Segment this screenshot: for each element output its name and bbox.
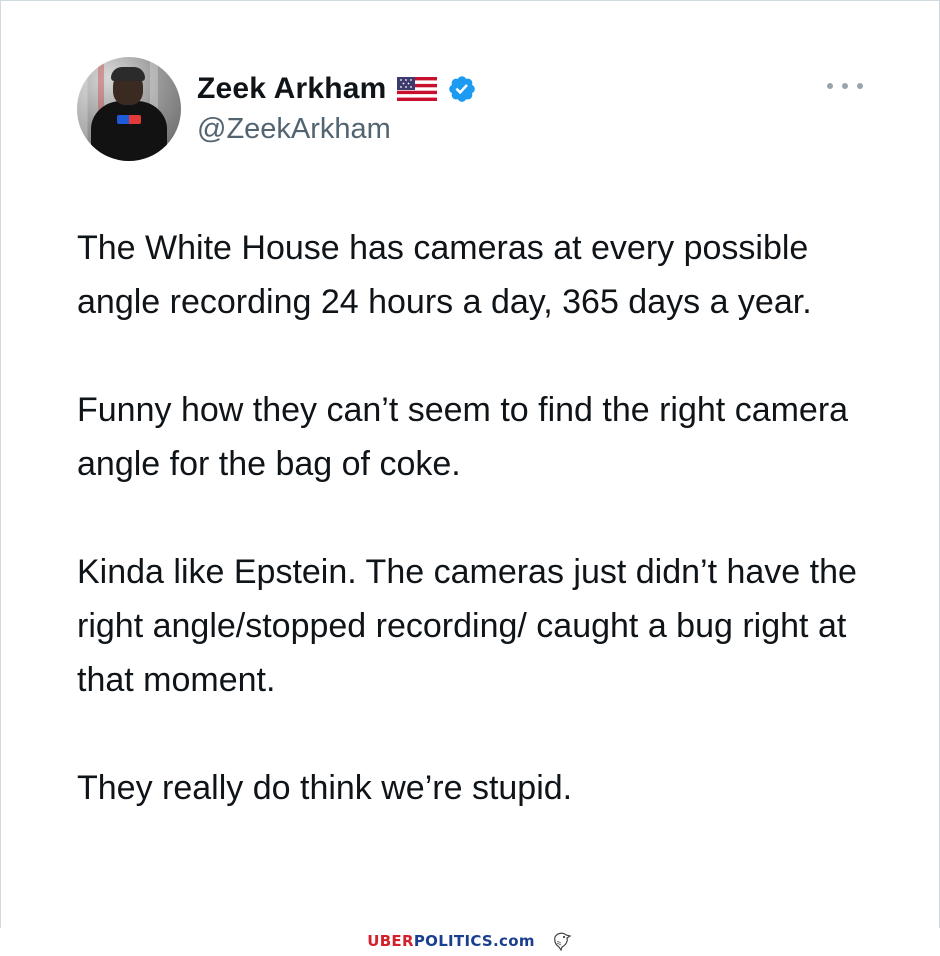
tweet-paragraph: The White House has cameras at every pos…	[77, 229, 812, 321]
tweet-paragraph: Kinda like Epstein. The cameras just did…	[77, 553, 857, 699]
author-display-name[interactable]: Zeek Arkham	[197, 72, 387, 106]
author-handle[interactable]: @ZeekArkham	[197, 113, 391, 146]
more-dot	[857, 83, 863, 89]
avatar[interactable]	[77, 57, 181, 161]
verified-badge-icon[interactable]	[447, 74, 477, 104]
avatar-shirt-logo	[117, 115, 141, 124]
eagle-icon	[551, 931, 573, 951]
us-flag-icon	[396, 77, 437, 101]
tweet-body: The White House has cameras at every pos…	[77, 221, 877, 815]
tweet-paragraph: They really do think we’re stupid.	[77, 769, 573, 807]
site-brand[interactable]: UBERPOLITICS.com	[367, 932, 535, 950]
tweet-paragraph: Funny how they can’t seem to find the ri…	[77, 391, 849, 483]
avatar-torso	[91, 101, 167, 161]
avatar-cap	[111, 67, 145, 81]
more-options-icon[interactable]	[827, 79, 863, 93]
more-dot	[827, 83, 833, 89]
brand-part-uber: UBER	[367, 931, 414, 950]
brand-part-politics: POLITICS.com	[413, 931, 535, 950]
author-name-row: Zeek Arkham	[197, 69, 477, 109]
more-dot	[842, 83, 848, 89]
tweet-card: Zeek Arkham @ZeekArkham The White House …	[0, 0, 940, 929]
site-footer: UBERPOLITICS.com	[0, 928, 940, 953]
